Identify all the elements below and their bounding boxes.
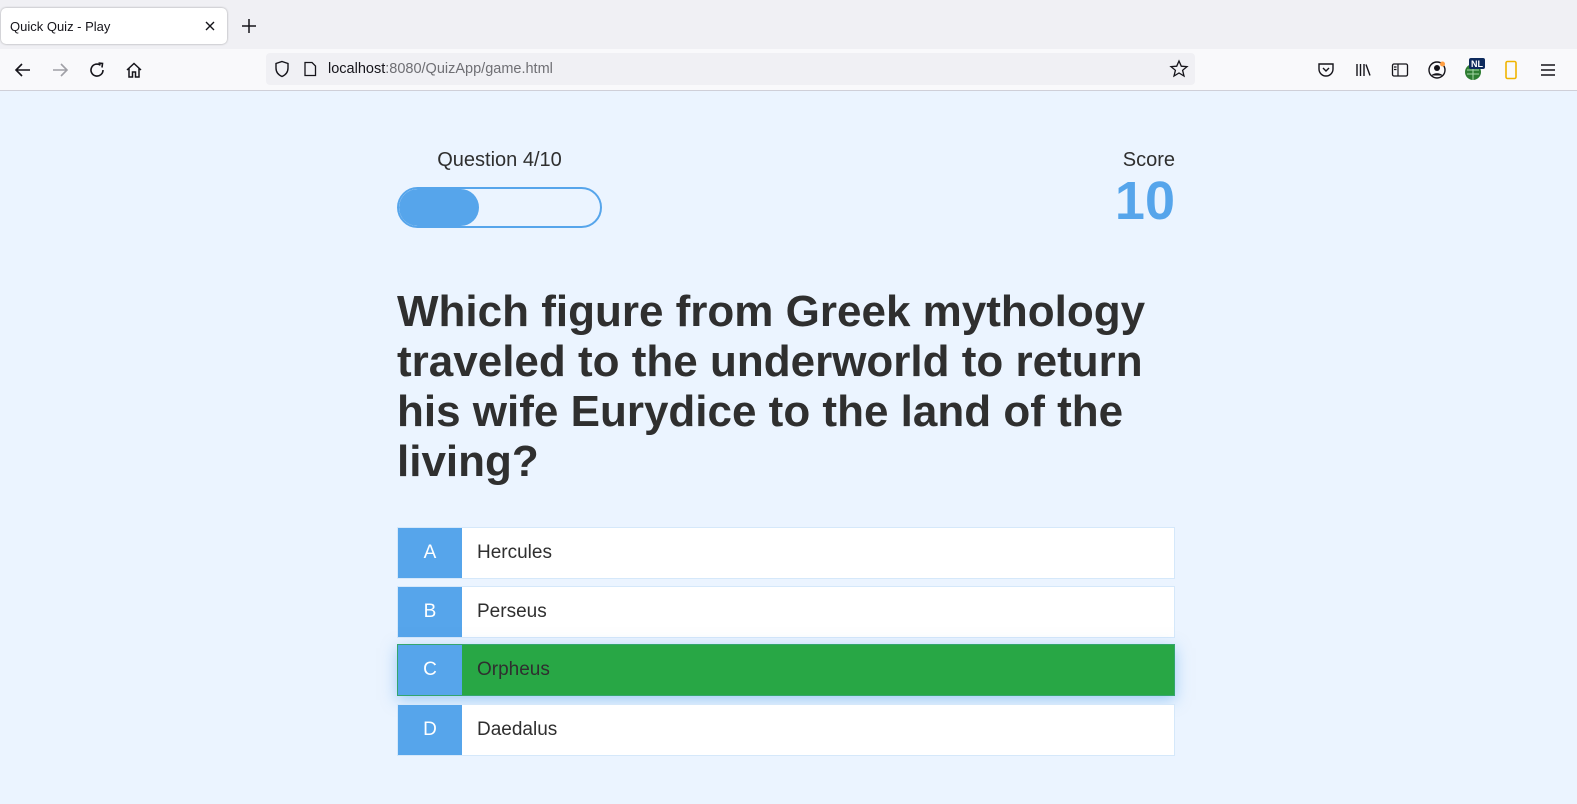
score-section: Score 10 xyxy=(1115,149,1175,228)
progress-bar xyxy=(397,187,602,228)
score-label: Score xyxy=(1122,149,1175,171)
tab-quick-quiz[interactable]: Quick Quiz - Play xyxy=(1,8,227,44)
choice-prefix: C xyxy=(398,645,462,695)
choice-text: Orpheus xyxy=(477,659,550,680)
question-counter: Question 4/10 xyxy=(437,149,562,171)
tab-strip: Quick Quiz - Play xyxy=(0,0,1577,49)
library-icon[interactable] xyxy=(1350,57,1376,83)
plus-icon[interactable] xyxy=(237,14,261,38)
url-path: :8080/QuizApp/game.html xyxy=(385,61,553,77)
account-icon[interactable] xyxy=(1424,57,1450,83)
url-bar[interactable]: localhost:8080/QuizApp/game.html xyxy=(266,53,1195,85)
star-icon[interactable] xyxy=(1169,59,1189,84)
quiz-page: Question 4/10 Score 10 Which figure from… xyxy=(0,91,1577,804)
shield-icon[interactable] xyxy=(274,60,290,83)
choice-c[interactable]: C Orpheus xyxy=(397,644,1175,696)
reload-icon[interactable] xyxy=(84,57,110,83)
sidebar-icon[interactable] xyxy=(1387,57,1413,83)
home-icon[interactable] xyxy=(121,57,147,83)
url-host: localhost xyxy=(328,61,386,77)
svg-text:NL: NL xyxy=(1471,59,1483,69)
forward-icon[interactable] xyxy=(47,57,73,83)
question-text: Which figure from Greek mythology travel… xyxy=(397,287,1146,486)
close-icon[interactable] xyxy=(201,17,219,35)
tab-title: Quick Quiz - Play xyxy=(10,18,111,34)
page-icon[interactable] xyxy=(303,61,317,82)
choice-d[interactable]: D Daedalus xyxy=(397,704,1175,756)
phone-extension-icon[interactable] xyxy=(1498,57,1524,83)
choice-b[interactable]: B Perseus xyxy=(397,586,1175,638)
navigation-toolbar: localhost:8080/QuizApp/game.html NL xyxy=(0,49,1577,91)
choice-text: Hercules xyxy=(477,542,552,563)
choice-a[interactable]: A Hercules xyxy=(397,527,1175,579)
progress-bar-fill xyxy=(399,189,480,226)
progress-section: Question 4/10 xyxy=(397,149,602,228)
choice-prefix: D xyxy=(398,705,462,755)
pocket-icon[interactable] xyxy=(1313,57,1339,83)
score-value: 10 xyxy=(1114,171,1175,231)
menu-icon[interactable] xyxy=(1535,57,1561,83)
choice-prefix: A xyxy=(398,528,462,578)
back-icon[interactable] xyxy=(10,57,36,83)
nl-extension-icon[interactable]: NL xyxy=(1461,57,1487,83)
url-text[interactable]: localhost:8080/QuizApp/game.html xyxy=(328,61,553,77)
choice-prefix: B xyxy=(398,587,462,637)
choice-text: Daedalus xyxy=(477,719,558,740)
choice-text: Perseus xyxy=(477,601,547,622)
